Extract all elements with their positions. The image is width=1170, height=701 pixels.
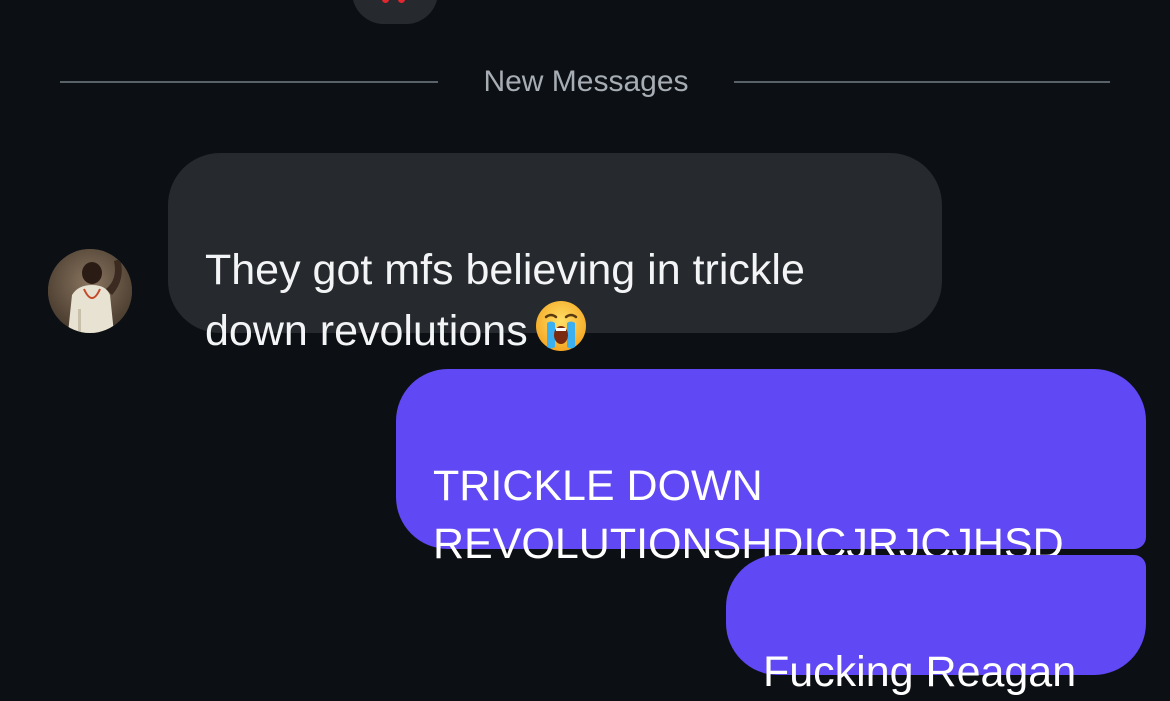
- reaction-emoji-icon: [382, 0, 408, 4]
- incoming-message-bubble[interactable]: They got mfs believing in trickle down r…: [168, 153, 942, 355]
- loudly-crying-face-icon: [535, 301, 586, 351]
- divider-line-right: [734, 81, 1110, 83]
- outgoing-message-text: TRICKLE DOWN REVOLUTIONSHDICJRJCJHSD: [433, 462, 1064, 568]
- outgoing-message-bubble[interactable]: Fucking Reagan: [726, 555, 1146, 696]
- outgoing-message-text: Fucking Reagan: [763, 648, 1077, 696]
- new-messages-divider-label: New Messages: [483, 65, 689, 98]
- reaction-pill[interactable]: [352, 0, 438, 24]
- outgoing-message-bubble[interactable]: TRICKLE DOWN REVOLUTIONSHDICJRJCJHSD: [396, 369, 1146, 568]
- divider-line-left: [60, 81, 438, 83]
- incoming-message-text: They got mfs believing in trickle down r…: [205, 246, 805, 355]
- sender-avatar[interactable]: [48, 249, 132, 333]
